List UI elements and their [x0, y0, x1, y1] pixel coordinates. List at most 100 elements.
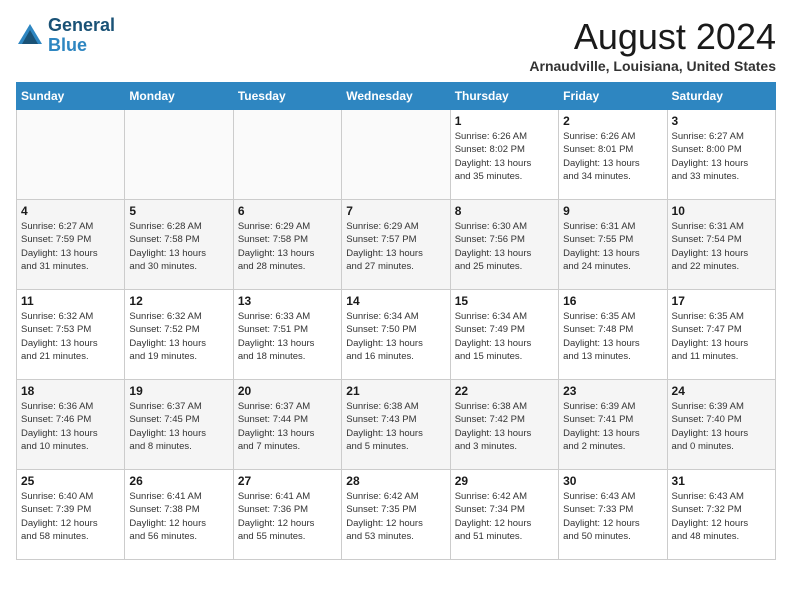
cell-content: Sunrise: 6:27 AM Sunset: 8:00 PM Dayligh…: [672, 130, 771, 183]
calendar-table: SundayMondayTuesdayWednesdayThursdayFrid…: [16, 82, 776, 560]
cell-content: Sunrise: 6:29 AM Sunset: 7:58 PM Dayligh…: [238, 220, 337, 273]
calendar-week-row: 4 Sunrise: 6:27 AM Sunset: 7:59 PM Daylig…: [17, 200, 776, 290]
calendar-header: SundayMondayTuesdayWednesdayThursdayFrid…: [17, 83, 776, 110]
cell-content: Sunrise: 6:32 AM Sunset: 7:52 PM Dayligh…: [129, 310, 228, 363]
calendar-cell: 10 Sunrise: 6:31 AM Sunset: 7:54 PM Dayli…: [667, 200, 775, 290]
cell-content: Sunrise: 6:35 AM Sunset: 7:48 PM Dayligh…: [563, 310, 662, 363]
calendar-cell: 15 Sunrise: 6:34 AM Sunset: 7:49 PM Dayli…: [450, 290, 558, 380]
logo: General Blue: [16, 16, 115, 56]
cell-content: Sunrise: 6:43 AM Sunset: 7:33 PM Dayligh…: [563, 490, 662, 543]
cell-content: Sunrise: 6:26 AM Sunset: 8:01 PM Dayligh…: [563, 130, 662, 183]
day-number: 23: [563, 384, 662, 398]
calendar-cell: 2 Sunrise: 6:26 AM Sunset: 8:01 PM Daylig…: [559, 110, 667, 200]
calendar-cell: 30 Sunrise: 6:43 AM Sunset: 7:33 PM Dayli…: [559, 470, 667, 560]
day-number: 25: [21, 474, 120, 488]
calendar-cell: 24Sunrise: 6:39 AM Sunset: 7:40 PM Dayli…: [667, 380, 775, 470]
calendar-week-row: 25 Sunrise: 6:40 AM Sunset: 7:39 PM Dayli…: [17, 470, 776, 560]
calendar-cell: [342, 110, 450, 200]
calendar-cell: 27Sunrise: 6:41 AM Sunset: 7:36 PM Dayli…: [233, 470, 341, 560]
calendar-cell: 13 Sunrise: 6:33 AM Sunset: 7:51 PM Dayli…: [233, 290, 341, 380]
cell-content: Sunrise: 6:28 AM Sunset: 7:58 PM Dayligh…: [129, 220, 228, 273]
calendar-cell: 31Sunrise: 6:43 AM Sunset: 7:32 PM Dayli…: [667, 470, 775, 560]
cell-content: Sunrise: 6:30 AM Sunset: 7:56 PM Dayligh…: [455, 220, 554, 273]
cell-content: Sunrise: 6:39 AM Sunset: 7:41 PM Dayligh…: [563, 400, 662, 453]
calendar-cell: 20Sunrise: 6:37 AM Sunset: 7:44 PM Dayli…: [233, 380, 341, 470]
cell-content: Sunrise: 6:35 AM Sunset: 7:47 PM Dayligh…: [672, 310, 771, 363]
logo-text: General Blue: [48, 16, 115, 56]
day-number: 12: [129, 294, 228, 308]
cell-content: Sunrise: 6:29 AM Sunset: 7:57 PM Dayligh…: [346, 220, 445, 273]
day-number: 11: [21, 294, 120, 308]
logo-icon: [16, 22, 44, 50]
calendar-cell: 26Sunrise: 6:41 AM Sunset: 7:38 PM Dayli…: [125, 470, 233, 560]
cell-content: Sunrise: 6:31 AM Sunset: 7:55 PM Dayligh…: [563, 220, 662, 273]
cell-content: Sunrise: 6:33 AM Sunset: 7:51 PM Dayligh…: [238, 310, 337, 363]
cell-content: Sunrise: 6:42 AM Sunset: 7:34 PM Dayligh…: [455, 490, 554, 543]
day-number: 8: [455, 204, 554, 218]
cell-content: Sunrise: 6:40 AM Sunset: 7:39 PM Dayligh…: [21, 490, 120, 543]
calendar-cell: 16 Sunrise: 6:35 AM Sunset: 7:48 PM Dayli…: [559, 290, 667, 380]
calendar-cell: 25 Sunrise: 6:40 AM Sunset: 7:39 PM Dayli…: [17, 470, 125, 560]
calendar-cell: 3Sunrise: 6:27 AM Sunset: 8:00 PM Daylig…: [667, 110, 775, 200]
day-number: 20: [238, 384, 337, 398]
calendar-cell: 17Sunrise: 6:35 AM Sunset: 7:47 PM Dayli…: [667, 290, 775, 380]
day-number: 1: [455, 114, 554, 128]
day-number: 2: [563, 114, 662, 128]
calendar-cell: 19Sunrise: 6:37 AM Sunset: 7:45 PM Dayli…: [125, 380, 233, 470]
calendar-cell: 9 Sunrise: 6:31 AM Sunset: 7:55 PM Daylig…: [559, 200, 667, 290]
day-number: 5: [129, 204, 228, 218]
calendar-cell: 11 Sunrise: 6:32 AM Sunset: 7:53 PM Dayli…: [17, 290, 125, 380]
day-of-week-header: Thursday: [450, 83, 558, 110]
calendar-cell: 28 Sunrise: 6:42 AM Sunset: 7:35 PM Dayli…: [342, 470, 450, 560]
calendar-cell: 29Sunrise: 6:42 AM Sunset: 7:34 PM Dayli…: [450, 470, 558, 560]
cell-content: Sunrise: 6:31 AM Sunset: 7:54 PM Dayligh…: [672, 220, 771, 273]
day-of-week-header: Sunday: [17, 83, 125, 110]
day-of-week-header: Tuesday: [233, 83, 341, 110]
calendar-cell: 23 Sunrise: 6:39 AM Sunset: 7:41 PM Dayli…: [559, 380, 667, 470]
cell-content: Sunrise: 6:38 AM Sunset: 7:42 PM Dayligh…: [455, 400, 554, 453]
calendar-cell: 18 Sunrise: 6:36 AM Sunset: 7:46 PM Dayli…: [17, 380, 125, 470]
calendar-cell: 5 Sunrise: 6:28 AM Sunset: 7:58 PM Daylig…: [125, 200, 233, 290]
day-number: 13: [238, 294, 337, 308]
month-title: August 2024: [529, 16, 776, 58]
calendar-cell: 6Sunrise: 6:29 AM Sunset: 7:58 PM Daylig…: [233, 200, 341, 290]
cell-content: Sunrise: 6:38 AM Sunset: 7:43 PM Dayligh…: [346, 400, 445, 453]
day-number: 16: [563, 294, 662, 308]
day-number: 10: [672, 204, 771, 218]
location-text: Arnaudville, Louisiana, United States: [529, 58, 776, 74]
cell-content: Sunrise: 6:41 AM Sunset: 7:38 PM Dayligh…: [129, 490, 228, 543]
calendar-cell: [125, 110, 233, 200]
cell-content: Sunrise: 6:26 AM Sunset: 8:02 PM Dayligh…: [455, 130, 554, 183]
calendar-cell: [17, 110, 125, 200]
day-number: 7: [346, 204, 445, 218]
day-number: 14: [346, 294, 445, 308]
calendar-cell: 4 Sunrise: 6:27 AM Sunset: 7:59 PM Daylig…: [17, 200, 125, 290]
header: General Blue August 2024 Arnaudville, Lo…: [16, 16, 776, 74]
day-number: 18: [21, 384, 120, 398]
day-number: 28: [346, 474, 445, 488]
cell-content: Sunrise: 6:34 AM Sunset: 7:50 PM Dayligh…: [346, 310, 445, 363]
calendar-cell: 12 Sunrise: 6:32 AM Sunset: 7:52 PM Dayli…: [125, 290, 233, 380]
day-number: 15: [455, 294, 554, 308]
cell-content: Sunrise: 6:42 AM Sunset: 7:35 PM Dayligh…: [346, 490, 445, 543]
day-number: 9: [563, 204, 662, 218]
day-number: 19: [129, 384, 228, 398]
cell-content: Sunrise: 6:34 AM Sunset: 7:49 PM Dayligh…: [455, 310, 554, 363]
calendar-week-row: 1 Sunrise: 6:26 AM Sunset: 8:02 PM Daylig…: [17, 110, 776, 200]
cell-content: Sunrise: 6:27 AM Sunset: 7:59 PM Dayligh…: [21, 220, 120, 273]
day-of-week-header: Monday: [125, 83, 233, 110]
day-number: 4: [21, 204, 120, 218]
cell-content: Sunrise: 6:32 AM Sunset: 7:53 PM Dayligh…: [21, 310, 120, 363]
cell-content: Sunrise: 6:36 AM Sunset: 7:46 PM Dayligh…: [21, 400, 120, 453]
logo-blue-text: Blue: [48, 36, 115, 56]
calendar-cell: 21Sunrise: 6:38 AM Sunset: 7:43 PM Dayli…: [342, 380, 450, 470]
calendar-body: 1 Sunrise: 6:26 AM Sunset: 8:02 PM Daylig…: [17, 110, 776, 560]
day-number: 30: [563, 474, 662, 488]
calendar-week-row: 11 Sunrise: 6:32 AM Sunset: 7:53 PM Dayli…: [17, 290, 776, 380]
day-of-week-header: Friday: [559, 83, 667, 110]
title-area: August 2024 Arnaudville, Louisiana, Unit…: [529, 16, 776, 74]
cell-content: Sunrise: 6:43 AM Sunset: 7:32 PM Dayligh…: [672, 490, 771, 543]
calendar-cell: 1 Sunrise: 6:26 AM Sunset: 8:02 PM Daylig…: [450, 110, 558, 200]
calendar-week-row: 18 Sunrise: 6:36 AM Sunset: 7:46 PM Dayli…: [17, 380, 776, 470]
logo-general-text: General: [48, 16, 115, 36]
